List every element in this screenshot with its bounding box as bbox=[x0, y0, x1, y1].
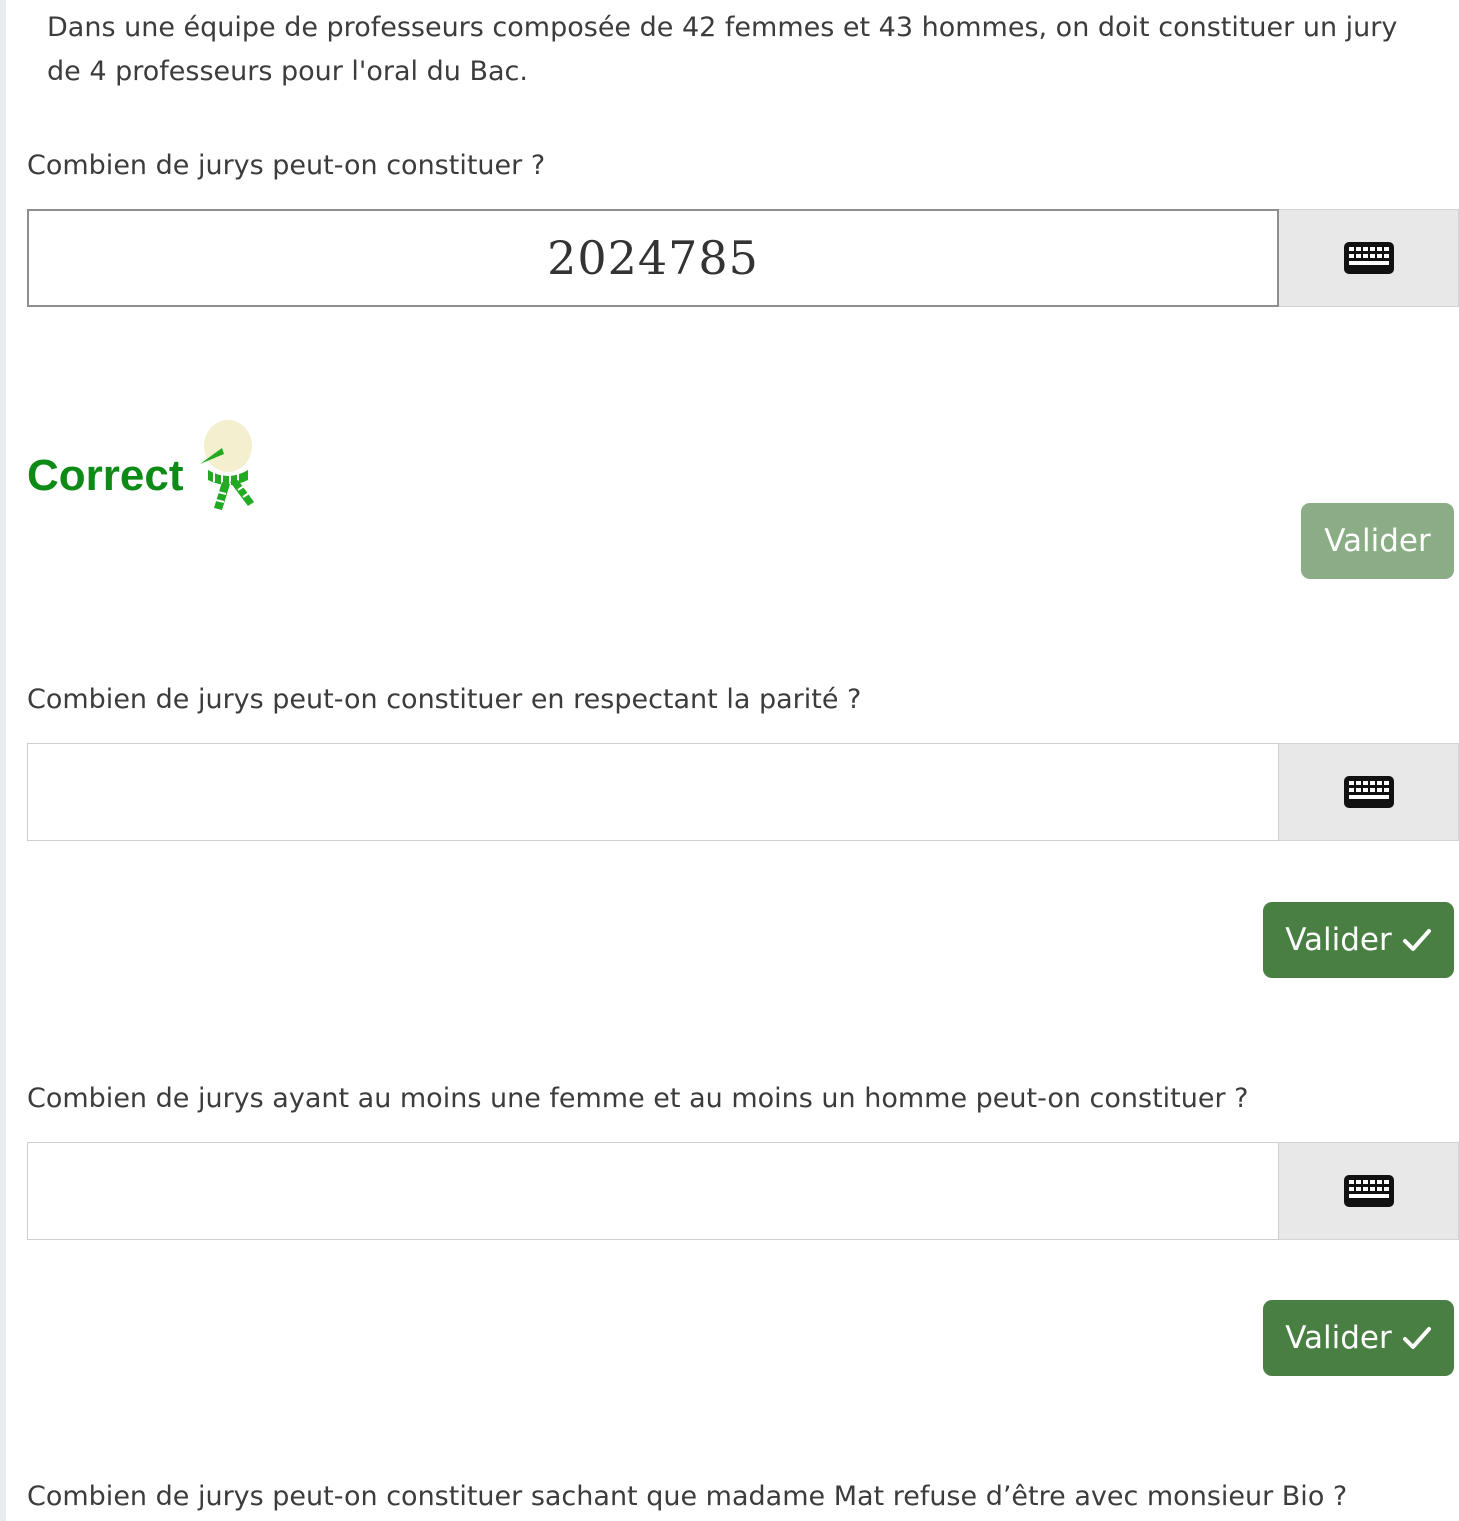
left-border bbox=[0, 0, 6, 1521]
validate-label: Valider bbox=[1285, 1320, 1392, 1356]
exercise-statement: Dans une équipe de professeurs composée … bbox=[47, 12, 1398, 87]
question-1-answer-value: 2024785 bbox=[547, 231, 759, 285]
validate-label: Valider bbox=[1285, 922, 1392, 958]
keyboard-icon bbox=[1343, 1175, 1394, 1207]
question-2-answer-field[interactable] bbox=[27, 743, 1279, 841]
question-1-keyboard-button[interactable] bbox=[1279, 209, 1459, 307]
question-3-keyboard-button[interactable] bbox=[1279, 1142, 1459, 1240]
check-icon bbox=[1402, 929, 1431, 951]
question-2-validate-button[interactable]: Valider bbox=[1263, 902, 1454, 978]
question-2-text: Combien de jurys peut-on constituer en r… bbox=[27, 684, 862, 715]
correct-label: Correct bbox=[27, 451, 184, 500]
keyboard-icon bbox=[1343, 776, 1394, 808]
snowman-mascot-icon bbox=[199, 420, 254, 510]
question-4-text: Combien de jurys peut-on constituer sach… bbox=[27, 1481, 1348, 1512]
check-icon bbox=[1402, 1327, 1431, 1349]
question-3-answer-field[interactable] bbox=[27, 1142, 1279, 1240]
question-1-answer-field[interactable]: 2024785 bbox=[27, 209, 1279, 307]
validate-label: Valider bbox=[1324, 523, 1431, 559]
question-3-text: Combien de jurys ayant au moins une femm… bbox=[27, 1083, 1249, 1114]
keyboard-icon bbox=[1343, 242, 1394, 274]
question-2-keyboard-button[interactable] bbox=[1279, 743, 1459, 841]
question-1-feedback: Correct bbox=[27, 420, 256, 510]
question-3-validate-button[interactable]: Valider bbox=[1263, 1300, 1454, 1376]
question-1-validate-button[interactable]: Valider bbox=[1301, 503, 1454, 579]
question-1-text: Combien de jurys peut-on constituer ? bbox=[27, 150, 546, 181]
